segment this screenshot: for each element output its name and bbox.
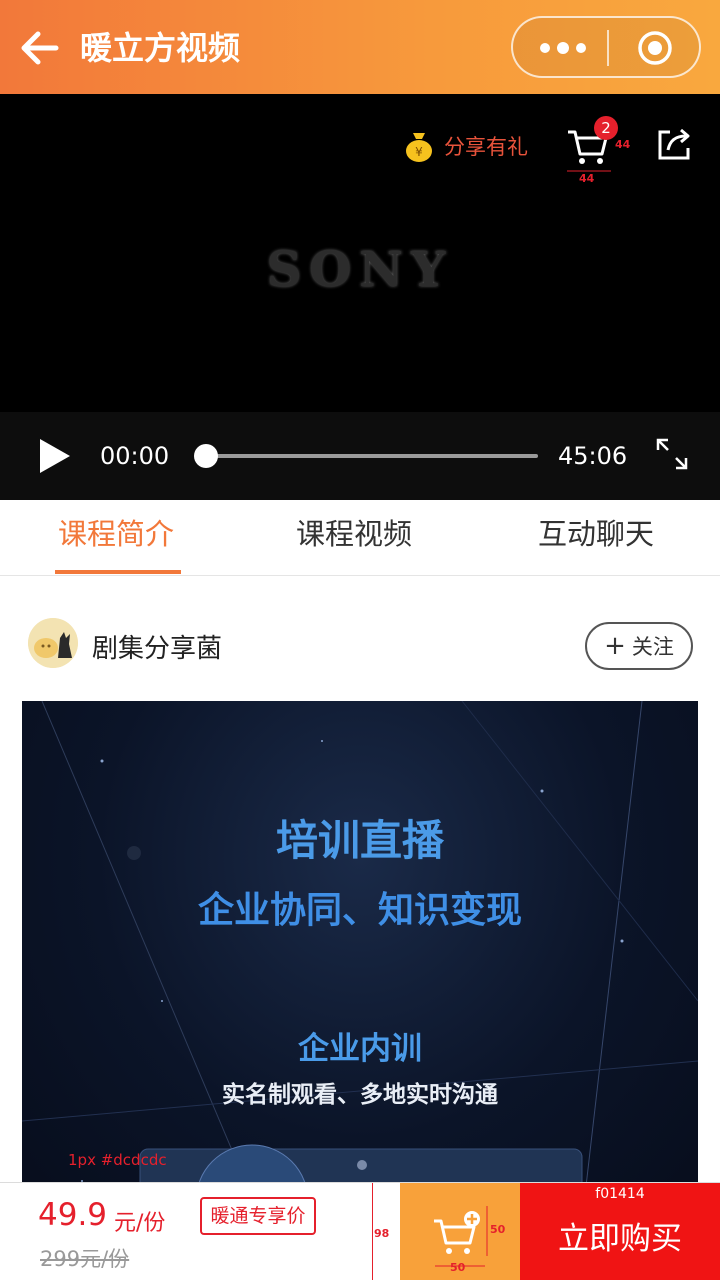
total-duration: 45:06 (558, 442, 628, 470)
purchase-bar: 49.9 元/份 299元/份 暖通专享价 98 50 50 f01414 立即… (0, 1182, 720, 1280)
tab-interactive-chat[interactable]: 互动聊天 (538, 514, 654, 554)
add-to-cart-button[interactable]: 50 50 (400, 1183, 520, 1280)
buy-color-annotation: f01414 (595, 1186, 645, 1202)
dimension-line (435, 1265, 485, 1267)
share-gift-label: 分享有礼 (444, 135, 528, 159)
app-screen: 暖立方视频 ¥ 分享有礼 2 44 44 SONY 00:00 45:06 课程… (0, 0, 720, 1280)
play-icon[interactable] (36, 436, 74, 476)
avatar-image (28, 618, 78, 668)
vip-price-tag: 暖通专享价 (200, 1197, 316, 1235)
active-tab-indicator (55, 570, 181, 574)
progress-track[interactable] (206, 454, 538, 458)
original-price: 299元/份 (40, 1247, 130, 1271)
dimension-line (486, 1206, 488, 1256)
plus-icon: + (604, 631, 626, 661)
cart-btn-height-annotation: 50 (490, 1223, 506, 1236)
page-title: 暖立方视频 (80, 29, 241, 67)
more-dots-icon[interactable] (535, 34, 591, 62)
banner-starfield (22, 701, 698, 1221)
top-navigation-bar: 暖立方视频 (0, 0, 720, 94)
video-frame-logo: SONY (266, 242, 454, 298)
add-cart-icon (434, 1211, 480, 1254)
dimension-line (567, 170, 611, 172)
cart-count-badge: 2 (594, 116, 618, 140)
border-annotation: 1px #dcdcdc (68, 1151, 167, 1169)
svg-text:¥: ¥ (415, 145, 423, 159)
video-controls: 00:00 45:06 (0, 412, 720, 500)
buy-now-button[interactable]: f01414 立即购买 (520, 1183, 720, 1280)
current-price: 49.9 (38, 1197, 108, 1233)
arrow-left-icon[interactable] (18, 26, 62, 70)
target-circle-icon[interactable] (637, 30, 673, 66)
banner-subtitle: 企业协同、知识变现 (197, 890, 522, 931)
content-tabs: 课程简介 课程视频 互动聊天 (0, 500, 720, 576)
author-row: 剧集分享菌 + 关注 (0, 600, 720, 690)
share-gift-button[interactable]: ¥ 分享有礼 (404, 128, 528, 164)
follow-label: 关注 (631, 635, 674, 659)
banner-title: 培训直播 (275, 816, 444, 865)
banner-line-2: 实名制观看、多地实时沟通 (222, 1082, 498, 1108)
price-unit: 元/份 (114, 1211, 166, 1236)
progress-handle[interactable] (194, 444, 218, 468)
fullscreen-icon[interactable] (654, 436, 690, 472)
follow-button[interactable]: + 关注 (585, 622, 693, 670)
video-player[interactable]: ¥ 分享有礼 2 44 44 SONY 00:00 45:06 (0, 94, 720, 500)
buy-now-label: 立即购买 (558, 1221, 682, 1257)
cart-button[interactable]: 2 (566, 116, 618, 168)
author-name: 剧集分享菌 (92, 634, 223, 664)
course-banner-image: 培训直播 企业协同、知识变现 企业内训 实名制观看、多地实时沟通 (22, 701, 698, 1221)
mini-program-capsule (511, 16, 701, 78)
avatar[interactable] (28, 618, 78, 668)
tab-course-intro[interactable]: 课程简介 (58, 514, 174, 554)
cart-height-annotation: 44 (615, 138, 631, 151)
current-time: 00:00 (100, 442, 170, 470)
money-bag-icon: ¥ (406, 133, 432, 162)
tab-course-videos[interactable]: 课程视频 (296, 514, 412, 554)
bar-height-annotation: 98 (374, 1227, 390, 1240)
capsule-divider (607, 30, 609, 66)
banner-line-1: 企业内训 (298, 1031, 422, 1067)
share-export-icon[interactable] (654, 122, 696, 164)
